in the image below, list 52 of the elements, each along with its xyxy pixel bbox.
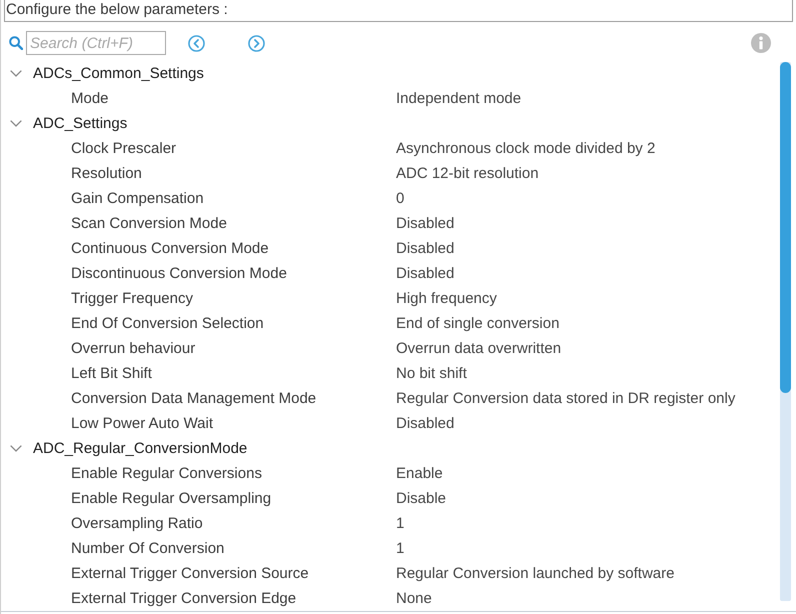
- parameter-name: External Trigger Conversion Edge: [71, 590, 296, 607]
- chevron-left-circle-icon[interactable]: [188, 34, 205, 52]
- parameter-value[interactable]: Enable: [396, 465, 443, 482]
- parameter-value[interactable]: Regular Conversion launched by software: [396, 565, 674, 582]
- info-icon[interactable]: [751, 33, 771, 53]
- group-label[interactable]: ADC_Settings: [33, 115, 128, 132]
- parameter-name: Overrun behaviour: [71, 340, 196, 357]
- parameter-value[interactable]: Disabled: [396, 265, 454, 282]
- parameter-value[interactable]: 0: [396, 190, 404, 207]
- parameter-value[interactable]: 1: [396, 515, 404, 532]
- parameter-name: End Of Conversion Selection: [71, 315, 264, 332]
- parameter-name: Low Power Auto Wait: [71, 415, 214, 432]
- scrollbar-track[interactable]: [780, 62, 791, 601]
- chevron-down-icon[interactable]: [10, 120, 22, 127]
- parameter-name: Mode: [71, 90, 109, 107]
- parameter-name: Continuous Conversion Mode: [71, 240, 269, 257]
- parameter-name: Left Bit Shift: [71, 365, 152, 382]
- parameter-name: Enable Regular Conversions: [71, 465, 262, 482]
- group-label[interactable]: ADC_Regular_ConversionMode: [33, 440, 248, 457]
- group-label[interactable]: ADCs_Common_Settings: [33, 65, 204, 82]
- parameter-name: Discontinuous Conversion Mode: [71, 265, 287, 282]
- parameter-name: Enable Regular Oversampling: [71, 490, 272, 507]
- parameter-name: Oversampling Ratio: [71, 515, 203, 532]
- parameter-value[interactable]: Asynchronous clock mode divided by 2: [396, 140, 656, 157]
- parameter-name: Number Of Conversion: [71, 540, 224, 557]
- chevron-right-circle-icon[interactable]: [248, 34, 265, 52]
- parameter-value[interactable]: Regular Conversion data stored in DR register only: [396, 390, 736, 407]
- instruction-label: Configure the below parameters :: [5, 0, 228, 19]
- parameter-name: Trigger Frequency: [71, 290, 193, 307]
- parameter-name: Conversion Data Management Mode: [71, 390, 316, 407]
- parameter-value[interactable]: Overrun data overwritten: [396, 340, 562, 357]
- parameter-name: Scan Conversion Mode: [71, 215, 227, 232]
- search-field[interactable]: Search (Ctrl+F): [26, 31, 166, 55]
- parameter-value[interactable]: Disabled: [396, 240, 454, 257]
- parameter-value[interactable]: 1: [396, 540, 404, 557]
- parameter-value[interactable]: Disabled: [396, 415, 454, 432]
- parameter-value[interactable]: Disable: [396, 490, 446, 507]
- parameter-value[interactable]: Independent mode: [396, 90, 522, 107]
- parameter-value[interactable]: End of single conversion: [396, 315, 560, 332]
- parameter-value[interactable]: ADC 12-bit resolution: [396, 165, 539, 182]
- parameter-name: Clock Prescaler: [71, 140, 176, 157]
- parameter-value[interactable]: Disabled: [396, 215, 454, 232]
- parameter-name: External Trigger Conversion Source: [71, 565, 309, 582]
- chevron-down-icon[interactable]: [10, 70, 22, 77]
- chevron-down-icon[interactable]: [10, 445, 22, 452]
- scrollbar-thumb[interactable]: [780, 62, 791, 393]
- parameter-value[interactable]: High frequency: [396, 290, 497, 307]
- parameter-name: Gain Compensation: [71, 190, 204, 207]
- parameter-value[interactable]: No bit shift: [396, 365, 467, 382]
- parameter-value[interactable]: None: [396, 590, 432, 607]
- parameter-name: Resolution: [71, 165, 142, 182]
- search-icon: [9, 36, 23, 50]
